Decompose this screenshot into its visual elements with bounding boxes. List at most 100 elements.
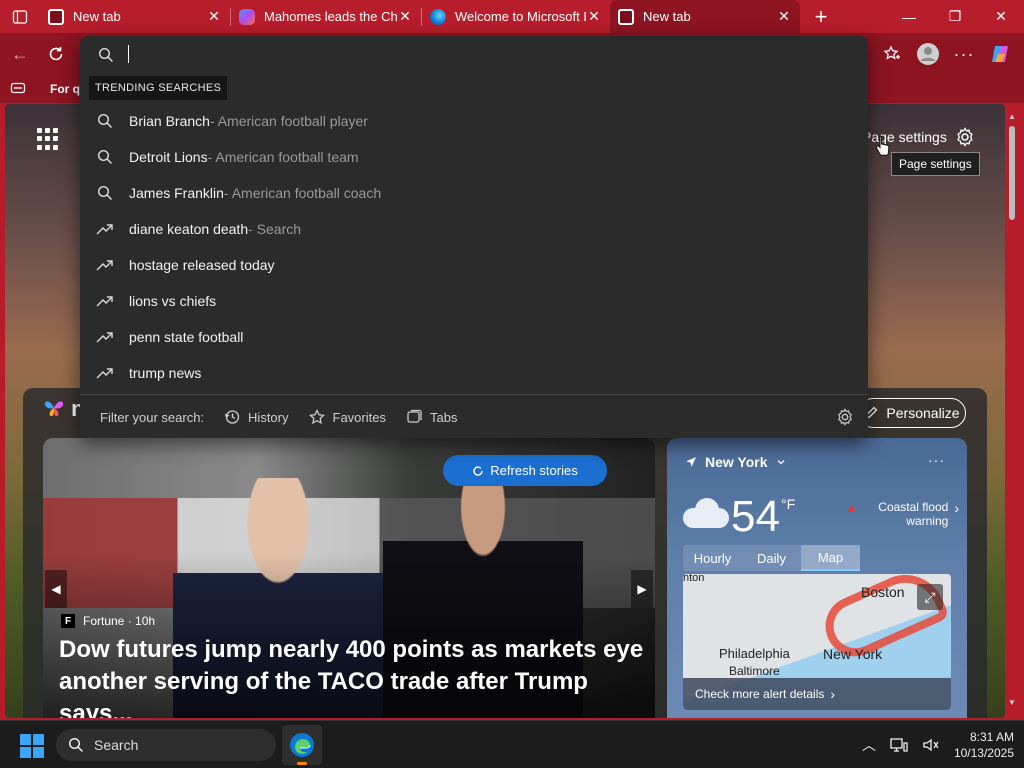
tab-daily[interactable]: Daily — [742, 545, 801, 571]
suggestion-query: Detroit Lions — [129, 149, 208, 165]
tab-strip: New tab ✕ Mahomes leads the Chi ✕ Welcom… — [0, 0, 1024, 33]
msn-butterfly-icon — [44, 401, 64, 417]
minimize-icon[interactable]: — — [886, 0, 932, 33]
volume-muted-icon[interactable] — [922, 737, 940, 753]
close-window-icon[interactable]: ✕ — [978, 0, 1024, 33]
warning-icon: ▲ — [845, 500, 858, 515]
suggestion-item[interactable]: penn state football — [80, 319, 868, 355]
tab-1[interactable]: New tab ✕ — [40, 0, 230, 33]
story-headline[interactable]: Dow futures jump nearly 400 points as ma… — [59, 634, 649, 718]
restore-icon[interactable]: ❐ — [932, 0, 978, 33]
weather-location[interactable]: New York — [685, 454, 786, 470]
carousel-prev-button[interactable]: ◀ — [45, 570, 67, 608]
close-icon[interactable]: ✕ — [776, 8, 792, 25]
map-label: nton — [683, 574, 705, 584]
filter-label: Filter your search: — [100, 409, 205, 425]
alert-details-link[interactable]: Check more alert details › — [683, 678, 951, 710]
alert-label: Coastal flood warning — [878, 500, 949, 528]
weather-alert[interactable]: ▲ Coastal flood warning › — [845, 500, 959, 528]
page-scrollbar[interactable]: ▲ ▼ — [1008, 112, 1016, 718]
tab-2[interactable]: Mahomes leads the Chi ✕ — [231, 0, 421, 33]
windows-start-icon[interactable] — [20, 734, 44, 758]
suggestion-item[interactable]: diane keaton death - Search — [80, 211, 868, 247]
tab-3[interactable]: Welcome to Microsoft E ✕ — [422, 0, 610, 33]
refresh-stories-button[interactable]: Refresh stories — [443, 455, 607, 486]
location-arrow-icon — [686, 457, 696, 467]
search-icon — [98, 47, 113, 62]
close-icon[interactable]: ✕ — [397, 8, 413, 25]
tab-title: Mahomes leads the Chi — [264, 9, 397, 24]
weather-map[interactable]: nton Boston Philadelphia Baltimore New Y… — [683, 574, 951, 710]
tab-title: New tab — [643, 9, 691, 24]
suggestion-item[interactable]: trump news — [80, 355, 868, 391]
address-input[interactable] — [80, 36, 868, 72]
hero-story-card[interactable]: Refresh stories ◀ ▶ F Fortune · 10h Dow … — [43, 438, 655, 718]
edge-taskbar-button[interactable] — [282, 725, 322, 765]
suggestion-query: hostage released today — [129, 257, 275, 273]
chevron-up-icon[interactable]: ︿ — [862, 735, 876, 755]
filter-tabs-label: Tabs — [429, 409, 458, 425]
trending-icon — [80, 258, 129, 272]
suggestion-query: Brian Branch — [129, 113, 210, 129]
map-label: Philadelphia — [719, 646, 790, 661]
taskbar-clock[interactable]: 8:31 AM 10/13/2025 — [954, 729, 1014, 761]
trending-icon — [80, 330, 129, 344]
copilot-icon[interactable] — [988, 42, 1012, 66]
new-tab-favicon — [618, 8, 634, 25]
suggestion-item[interactable]: lions vs chiefs — [80, 283, 868, 319]
back-icon[interactable]: ← — [8, 42, 32, 66]
suggestion-item[interactable]: Detroit Lions - American football team — [80, 139, 868, 175]
filter-favorites-label: Favorites — [332, 409, 386, 425]
scrollbar-thumb[interactable] — [1009, 126, 1015, 220]
suggestion-query: James Franklin — [129, 185, 224, 201]
brand-logo[interactable]: n — [43, 396, 85, 422]
app-launcher-icon[interactable] — [37, 128, 59, 150]
expand-map-icon[interactable]: ⤢ — [917, 584, 943, 610]
tab-hourly[interactable]: Hourly — [683, 545, 742, 571]
trending-icon — [80, 294, 129, 308]
suggestion-item[interactable]: hostage released today — [80, 247, 868, 283]
scroll-down-icon[interactable]: ▼ — [1008, 698, 1016, 707]
carousel-next-button[interactable]: ▶ — [631, 570, 653, 608]
tab-4-active[interactable]: New tab ✕ — [610, 0, 800, 33]
search-filters: Filter your search: History Favorites Ta… — [100, 404, 457, 430]
weather-more-icon[interactable]: ··· — [928, 452, 945, 468]
network-icon[interactable] — [890, 737, 908, 753]
search-settings-icon[interactable] — [836, 408, 854, 431]
profile-avatar[interactable] — [916, 42, 940, 66]
text-caret — [128, 45, 129, 63]
new-tab-button[interactable]: + — [806, 4, 836, 30]
dropdown-divider — [80, 394, 868, 395]
more-options-icon[interactable]: ··· — [952, 42, 976, 66]
suggestion-item[interactable]: James Franklin - American football coach — [80, 175, 868, 211]
chevron-left-icon: ◀ — [51, 582, 61, 596]
new-tab-favicon — [48, 8, 64, 25]
taskbar-search[interactable]: Search — [56, 729, 276, 761]
refresh-stories-label: Refresh stories — [490, 463, 578, 478]
mouse-cursor-icon — [875, 135, 890, 156]
favorites-icon[interactable] — [880, 42, 904, 66]
tab-map[interactable]: Map — [801, 545, 860, 571]
source-label: Fortune · 10h — [83, 614, 156, 628]
filter-history[interactable]: History — [224, 409, 289, 425]
suggestion-item[interactable]: Brian Branch - American football player — [80, 103, 868, 139]
suggestion-meta: - Search — [248, 221, 302, 237]
personalize-button[interactable]: Personalize — [858, 398, 966, 428]
search-icon — [80, 185, 129, 201]
filter-favorites[interactable]: Favorites — [308, 409, 386, 425]
edge-favicon — [430, 8, 446, 25]
temperature: 54 — [731, 492, 780, 541]
taskbar-search-label: Search — [94, 737, 139, 753]
scroll-up-icon[interactable]: ▲ — [1008, 112, 1016, 121]
suggestion-query: penn state football — [129, 329, 244, 345]
close-icon[interactable]: ✕ — [586, 8, 602, 25]
filter-tabs[interactable]: Tabs — [406, 409, 457, 425]
copilot-favicon — [239, 8, 255, 25]
tab-actions-button[interactable] — [0, 0, 40, 33]
cloud-icon — [683, 498, 729, 528]
close-icon[interactable]: ✕ — [206, 8, 222, 25]
temperature-unit: °F — [781, 496, 796, 512]
search-icon — [80, 149, 129, 165]
refresh-icon[interactable] — [44, 42, 68, 66]
collections-icon[interactable] — [10, 81, 26, 98]
